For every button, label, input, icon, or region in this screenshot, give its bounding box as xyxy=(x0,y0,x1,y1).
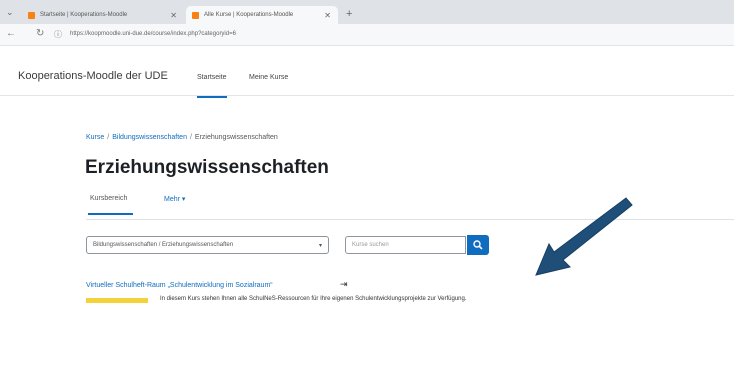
tab-mehr[interactable]: Mehr ▾ xyxy=(164,195,185,203)
site-name[interactable]: Kooperations-Moodle der UDE xyxy=(18,70,168,82)
close-icon[interactable]: ✕ xyxy=(170,11,177,20)
breadcrumb: Kurse / Bildungswissenschaften / Erziehungsw… xyxy=(86,134,278,141)
guest-access-icon: ⇥ xyxy=(340,279,348,289)
summary-highlight xyxy=(86,298,148,303)
url-field[interactable]: https://koopmoodle.uni-due.de/course/ind… xyxy=(70,31,236,37)
close-icon[interactable]: ✕ xyxy=(324,11,331,20)
back-icon[interactable]: ← xyxy=(6,28,16,39)
moodle-favicon-icon xyxy=(28,11,35,19)
course-link[interactable]: Virtueller Schulheft-Raum „Schulentwickl… xyxy=(86,282,273,289)
caret-down-icon: ▾ xyxy=(318,243,322,249)
browser-tab-1-label: Startseite | Kooperations-Moodle xyxy=(40,12,128,18)
reload-icon[interactable]: ↻ xyxy=(36,28,44,39)
tab-kursbereich[interactable]: Kursbereich xyxy=(88,195,134,215)
browser-tab-2[interactable]: Alle Kurse | Kooperations-Moodle ✕ xyxy=(186,6,338,24)
site-info-icon[interactable]: ⓘ xyxy=(54,29,62,40)
tab-menu-icon[interactable]: ⌄ xyxy=(6,7,14,18)
category-select[interactable]: Bildungswissenschaften / Erziehungswisse… xyxy=(86,236,329,254)
breadcrumb-current: Erziehungswissenschaften xyxy=(194,134,278,141)
browser-tab-bar: ⌄ Startseite | Kooperations-Moodle ✕ All… xyxy=(0,0,734,24)
course-summary: In diesem Kurs stehen Ihnen alle SchulNe… xyxy=(160,296,467,302)
course-search-input[interactable]: Kurse suchen xyxy=(345,236,466,254)
browser-tab-1[interactable]: Startseite | Kooperations-Moodle ✕ xyxy=(22,6,184,24)
address-bar: ← ↻ ⓘ https://koopmoodle.uni-due.de/cour… xyxy=(0,24,734,46)
breadcrumb-separator: / xyxy=(189,134,192,141)
moodle-navbar: Kooperations-Moodle der UDE Startseite M… xyxy=(0,46,734,98)
new-tab-icon[interactable]: + xyxy=(346,8,352,20)
browser-tab-2-label: Alle Kurse | Kooperations-Moodle xyxy=(204,12,294,18)
breadcrumb-bildungswissenschaften[interactable]: Bildungswissenschaften xyxy=(112,134,187,141)
page-title: Erziehungswissenschaften xyxy=(85,157,329,178)
pointer-arrow-icon xyxy=(535,197,633,276)
search-icon xyxy=(473,240,483,250)
search-button[interactable] xyxy=(467,235,489,255)
category-select-value: Bildungswissenschaften / Erziehungswisse… xyxy=(93,242,234,248)
breadcrumb-kurse[interactable]: Kurse xyxy=(86,134,104,141)
breadcrumb-separator: / xyxy=(107,134,110,141)
nav-startseite[interactable]: Startseite xyxy=(197,74,227,98)
nav-meine-kurse[interactable]: Meine Kurse xyxy=(249,74,288,81)
moodle-favicon-icon xyxy=(192,11,199,19)
